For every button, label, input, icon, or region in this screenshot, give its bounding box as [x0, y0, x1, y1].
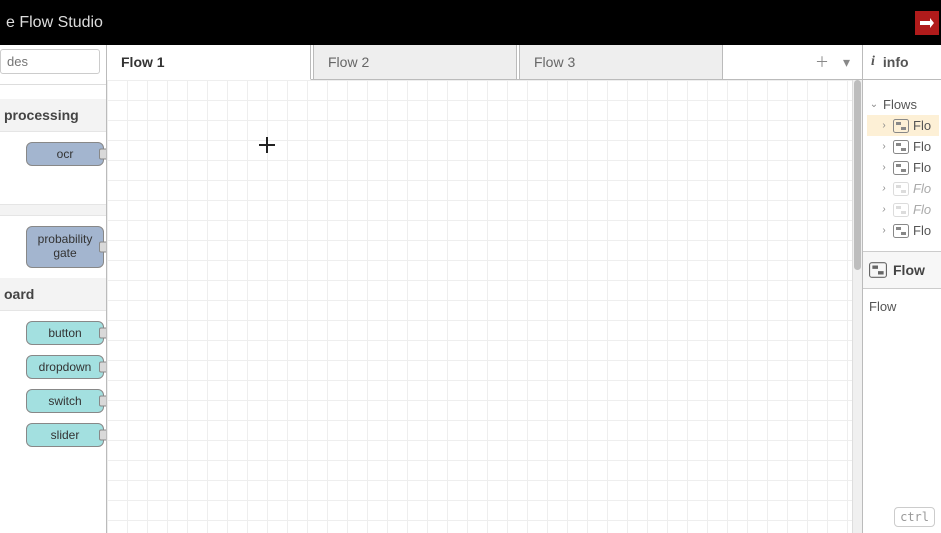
flow-icon: [893, 203, 909, 217]
tree-item-flow[interactable]: › Flo: [867, 199, 939, 220]
tab-flow-2[interactable]: Flow 2: [313, 45, 517, 79]
kbd-hint: ctrl: [894, 507, 935, 527]
scrollbar-thumb[interactable]: [854, 80, 861, 270]
flow-canvas[interactable]: [107, 80, 852, 533]
flow-icon: [893, 182, 909, 196]
chevron-right-icon: ›: [879, 204, 889, 215]
canvas-scrollbar[interactable]: [852, 80, 862, 533]
info-panel: i info ⌄ Flows › Flo › Flo › Flo: [863, 45, 941, 533]
info-tab[interactable]: i info: [863, 45, 941, 80]
tree-item-flow[interactable]: › Flo: [867, 178, 939, 199]
node-palette-sidebar: processing ocr probability gate oard but…: [0, 45, 107, 533]
palette-node-switch[interactable]: switch: [26, 389, 104, 413]
chevron-right-icon: ›: [879, 225, 889, 236]
info-tab-label: info: [883, 54, 909, 70]
palette-search-input[interactable]: [0, 49, 100, 74]
deploy-button[interactable]: [915, 11, 939, 35]
flow-tabs: Flow 1 Flow 2 Flow 3 ＋ ▾: [107, 45, 862, 80]
tab-flow-3[interactable]: Flow 3: [519, 45, 723, 79]
category-board-header[interactable]: oard: [0, 278, 106, 311]
chevron-right-icon: ›: [879, 141, 889, 152]
palette-search-wrap: [0, 45, 106, 85]
info-section-title: Flow: [893, 262, 925, 278]
workspace: Flow 1 Flow 2 Flow 3 ＋ ▾: [107, 45, 863, 533]
tree-item-label: Flo: [913, 118, 931, 133]
tree-item-flow[interactable]: › Flo: [867, 220, 939, 241]
tab-flow-1[interactable]: Flow 1: [107, 45, 311, 80]
top-bar: e Flow Studio: [0, 0, 941, 45]
palette-node-dropdown[interactable]: dropdown: [26, 355, 104, 379]
flow-icon: [893, 224, 909, 238]
info-section-header: Flow: [863, 251, 941, 289]
flow-icon: [869, 262, 887, 278]
flow-icon: [893, 140, 909, 154]
add-tab-button[interactable]: ＋: [815, 52, 829, 72]
app-title: e Flow Studio: [6, 14, 103, 32]
chevron-down-icon: ⌄: [869, 99, 879, 110]
palette-node-ocr[interactable]: ocr: [26, 142, 104, 166]
tree-group-label: Flows: [883, 97, 917, 112]
tree-group-flows[interactable]: ⌄ Flows: [867, 94, 939, 115]
chevron-right-icon: ›: [879, 120, 889, 131]
tree-item-flow[interactable]: › Flo: [867, 115, 939, 136]
info-icon: i: [871, 54, 875, 70]
category-processing-header[interactable]: processing: [0, 99, 106, 132]
flow-icon: [893, 119, 909, 133]
flow-icon: [893, 161, 909, 175]
palette-node-button[interactable]: button: [26, 321, 104, 345]
tree-item-label: Flo: [913, 202, 931, 217]
tree-item-label: Flo: [913, 181, 931, 196]
cursor-crosshair-icon: [257, 135, 277, 155]
info-body: Flow: [863, 289, 941, 324]
chevron-right-icon: ›: [879, 162, 889, 173]
tree-item-label: Flo: [913, 160, 931, 175]
tree-item-label: Flo: [913, 223, 931, 238]
tree-item-label: Flo: [913, 139, 931, 154]
palette-node-probability-gate[interactable]: probability gate: [26, 226, 104, 268]
palette-node-slider[interactable]: slider: [26, 423, 104, 447]
tree-item-flow[interactable]: › Flo: [867, 136, 939, 157]
flow-tree: ⌄ Flows › Flo › Flo › Flo › Flo: [863, 80, 941, 245]
tab-menu-caret[interactable]: ▾: [843, 54, 850, 71]
chevron-right-icon: ›: [879, 183, 889, 194]
tree-item-flow[interactable]: › Flo: [867, 157, 939, 178]
